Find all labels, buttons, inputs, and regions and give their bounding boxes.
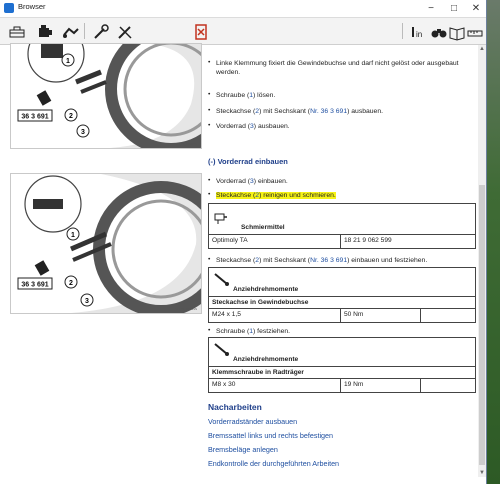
table-row: M8 x 30 19 Nm: [209, 378, 475, 392]
scroll-down-icon[interactable]: ▼: [478, 469, 486, 477]
table-row: Optimoly TA 18 21 9 062 599: [209, 234, 475, 248]
table-cell: M8 x 30: [209, 379, 341, 392]
app-icon: [4, 3, 14, 13]
list-item: Schraube (1) festziehen.: [208, 327, 470, 336]
list-item: Steckachse (2) mit Sechskant (Nr. 36 3 6…: [208, 256, 470, 265]
list-item: Vorderrad (3) einbauen.: [208, 177, 470, 186]
torque-wrench-icon: [213, 341, 229, 357]
document-content: 36 3 691 1 2 3 A40_11_R0801S 36 3 691 1 …: [0, 43, 486, 484]
toolbar: in: [0, 18, 486, 45]
tools-icon[interactable]: [114, 22, 136, 42]
svg-text:in: in: [416, 30, 422, 39]
image-caption: A40_11_R0801S: [174, 142, 197, 146]
followup-link[interactable]: Endkontrolle der durchgeführten Arbeiten: [208, 459, 339, 468]
list-item: Schraube (1) lösen.: [208, 91, 470, 100]
list-item: Vorderrad (3) ausbauen.: [208, 122, 470, 131]
scroll-up-icon[interactable]: ▲: [478, 45, 486, 53]
callout-3: 3: [85, 298, 89, 305]
section-heading: (-) Vorderrad einbauen: [208, 157, 288, 166]
table-cell: 19 Nm: [341, 379, 421, 392]
callout-1: 1: [71, 232, 75, 239]
tool-number-label: 36 3 691: [21, 114, 48, 121]
callout-2: 2: [69, 280, 73, 287]
maximize-button[interactable]: □: [443, 0, 465, 17]
grease-gun-icon: [213, 207, 227, 225]
vertical-scrollbar[interactable]: ▲ ▼: [478, 45, 486, 477]
minimize-button[interactable]: −: [420, 0, 442, 17]
desktop-background: [486, 0, 500, 484]
browser-window: Browser − □ ✕ in 36 3 691 1 2 3 A40_11_R…: [0, 0, 487, 484]
ruler-icon[interactable]: [464, 22, 486, 42]
callout-1: 1: [66, 58, 70, 65]
table-title: Anziehdrehmomente: [233, 356, 299, 363]
table-cell: 18 21 9 062 599: [344, 237, 392, 244]
image-caption: A40_11_R0801S: [174, 307, 197, 311]
table-cell: Optimoly TA: [209, 235, 341, 248]
torque-wrench-icon: [213, 271, 229, 287]
warning-icon[interactable]: [190, 22, 212, 42]
table-row: M24 x 1,5 50 Nm: [209, 308, 475, 322]
scrollbar-thumb[interactable]: [479, 185, 485, 465]
tool-number-label: 36 3 691: [21, 282, 48, 289]
table-title: Schmiermittel: [241, 224, 285, 231]
list-item: Linke Klemmung fixiert die Gewindebuchse…: [208, 59, 470, 77]
wrench-icon[interactable]: [90, 22, 112, 42]
callout-2: 2: [69, 113, 73, 120]
table-cell: 50 Nm: [341, 309, 421, 322]
engine-icon[interactable]: [34, 22, 56, 42]
toolbox-icon[interactable]: [6, 22, 28, 42]
close-button[interactable]: ✕: [465, 0, 487, 17]
table-title: Anziehdrehmomente: [233, 286, 299, 293]
installation-illustration: 36 3 691 1 2 3 A40_11_R0801S: [10, 173, 202, 314]
list-item: Steckachse (2) mit Sechskant (Nr. 36 3 6…: [208, 107, 470, 116]
list-item-highlighted: Steckachse (2) reinigen und schmieren.: [208, 191, 470, 200]
torque-table: Anziehdrehmomente Steckachse in Gewindeb…: [208, 267, 476, 323]
callout-3: 3: [81, 129, 85, 136]
window-title: Browser: [18, 2, 46, 11]
followup-link[interactable]: Vorderradständer ausbauen: [208, 417, 297, 426]
removal-illustration: 36 3 691 1 2 3 A40_11_R0801S: [10, 43, 202, 149]
table-cell: M24 x 1,5: [209, 309, 341, 322]
text-icon[interactable]: in: [408, 22, 430, 42]
bike-icon[interactable]: [60, 22, 82, 42]
toolbar-separator: [84, 23, 85, 39]
followup-link[interactable]: Bremssattel links und rechts befestigen: [208, 431, 333, 440]
lubricant-table: Schmiermittel Optimoly TA 18 21 9 062 59…: [208, 203, 476, 249]
torque-table: Anziehdrehmomente Klemmschraube in Radtr…: [208, 337, 476, 393]
followup-heading: Nacharbeiten: [208, 402, 262, 412]
title-bar: Browser − □ ✕: [0, 0, 486, 18]
toolbar-separator: [402, 23, 403, 39]
followup-link[interactable]: Bremsbeläge anlegen: [208, 445, 278, 454]
